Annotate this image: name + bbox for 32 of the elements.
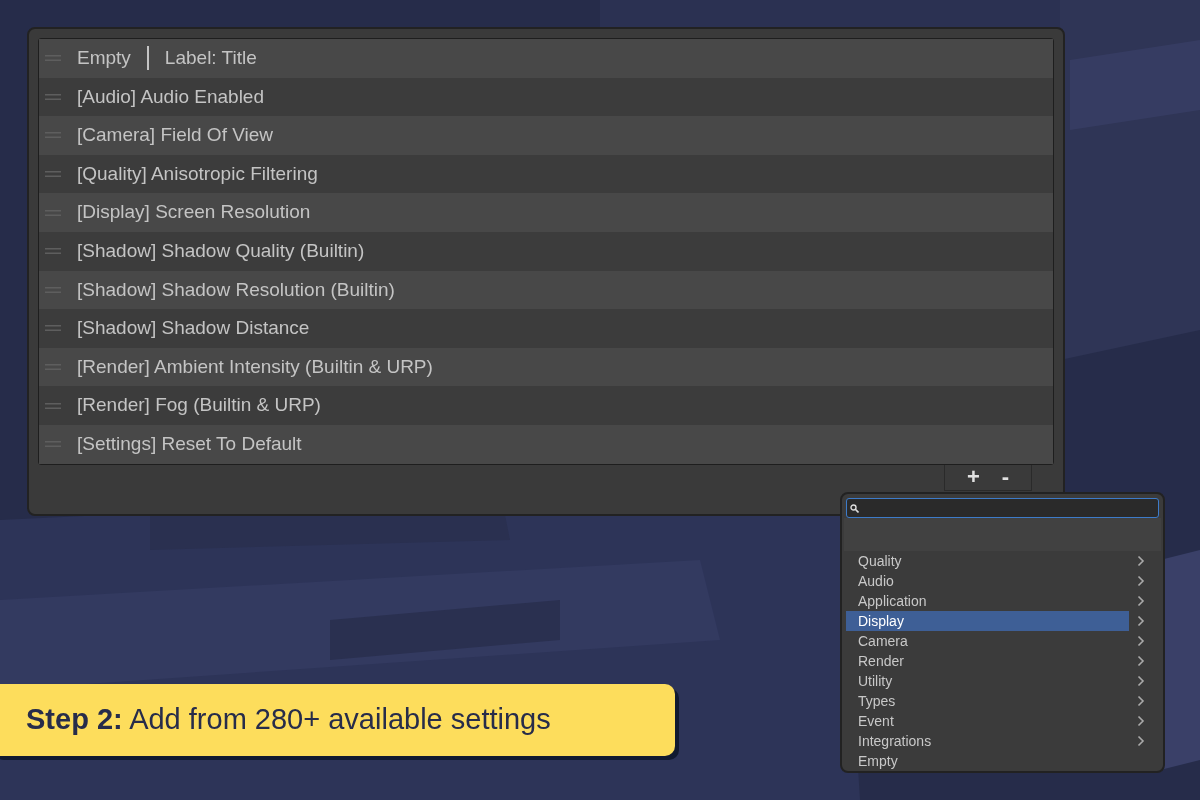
- setting-label: [Render] Ambient Intensity (Builtin & URP): [77, 354, 433, 379]
- remove-button[interactable]: -: [1001, 464, 1010, 490]
- menu-item[interactable]: Camera: [846, 631, 1159, 651]
- row-label: Empty: [77, 46, 131, 71]
- menu-item[interactable]: Application: [846, 591, 1159, 611]
- setting-label: [Camera] Field Of View: [77, 123, 274, 148]
- setting-label: [Audio] Audio Enabled: [77, 84, 264, 109]
- setting-label: [Shadow] Shadow Quality (Builtin): [77, 239, 365, 263]
- search-field[interactable]: [846, 498, 1159, 518]
- add-button[interactable]: +: [966, 464, 980, 490]
- setting-label: [Settings] Reset To Default: [77, 432, 302, 456]
- setting-label: [Render] Fog (Builtin & URP): [77, 393, 321, 418]
- drag-handle-icon[interactable]: [45, 170, 61, 179]
- setting-label: [Shadow] Shadow Distance: [77, 316, 310, 341]
- setting-label: [Display] Screen Resolution: [77, 200, 311, 225]
- menu-item[interactable]: Types: [846, 691, 1159, 711]
- drag-handle-icon[interactable]: [45, 247, 61, 256]
- menu-item[interactable]: Render: [846, 651, 1159, 671]
- drag-handle-icon[interactable]: [45, 324, 61, 333]
- drag-handle-icon[interactable]: [45, 401, 61, 410]
- search-icon: [850, 503, 859, 513]
- setting-label: [Shadow] Shadow Resolution (Builtin): [77, 277, 395, 302]
- menu-item[interactable]: Audio: [846, 571, 1159, 591]
- step-caption: Step 2: Add from 280+ available settings: [26, 702, 551, 738]
- menu-item[interactable]: Utility: [846, 671, 1159, 691]
- drag-handle-icon[interactable]: [45, 92, 61, 101]
- menu-item[interactable]: Quality: [846, 551, 1159, 571]
- setting-label: [Quality] Anisotropic Filtering: [77, 161, 318, 186]
- row-label: Label: Title: [164, 46, 257, 71]
- menu-item[interactable]: Event: [846, 711, 1159, 731]
- menu-item[interactable]: Integrations: [846, 731, 1159, 751]
- menu-item[interactable]: Empty: [846, 751, 1159, 771]
